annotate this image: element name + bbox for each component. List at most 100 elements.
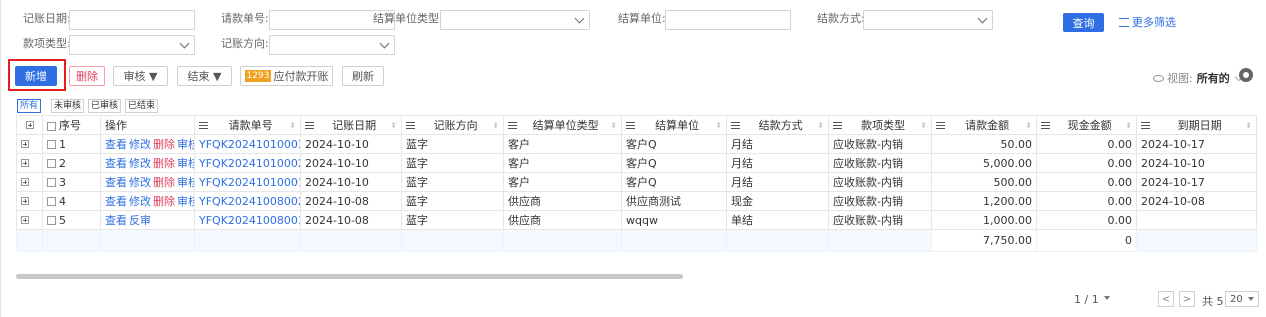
add-button[interactable]: 新增 [15, 66, 57, 86]
row-checkbox[interactable] [47, 159, 56, 168]
sort-icon[interactable]: ⬍ [610, 121, 617, 130]
delete-link[interactable]: 删除 [153, 195, 175, 208]
column-menu-icon[interactable] [1141, 121, 1150, 129]
edit-link[interactable]: 修改 [129, 138, 151, 151]
review-link[interactable]: 审核 [177, 157, 194, 170]
tab-finished[interactable]: 已结束 [125, 99, 159, 113]
expand-all-header[interactable] [16, 115, 43, 135]
column-menu-icon[interactable] [199, 121, 208, 129]
request-no-cell[interactable]: YFQK20241008001 [194, 210, 301, 230]
table-row[interactable]: 4查看修改删除审核YFQK202410080022024-10-08蓝字供应商供… [16, 191, 1257, 211]
review-link[interactable]: 审核 [177, 138, 194, 151]
sort-icon[interactable]: ⬍ [390, 121, 397, 130]
settle-unit-type-select[interactable] [440, 10, 590, 30]
finish-dropdown-button[interactable]: 结束 ▼ [177, 66, 232, 86]
column-menu-icon[interactable] [1041, 121, 1050, 129]
delete-link[interactable]: 删除 [153, 176, 175, 189]
column-menu-icon[interactable] [626, 121, 635, 129]
review-link[interactable]: 审核 [177, 195, 194, 208]
gear-icon[interactable] [1239, 68, 1253, 82]
page-size-select[interactable]: 20 [1225, 291, 1259, 307]
edit-link[interactable]: 修改 [129, 176, 151, 189]
column-menu-icon[interactable] [508, 121, 517, 129]
request-no-link[interactable]: YFQK20241008001 [199, 214, 300, 227]
query-button[interactable]: 查询 [1063, 13, 1104, 32]
sort-icon[interactable]: ⬍ [715, 121, 722, 130]
row-checkbox[interactable] [47, 140, 56, 149]
settle-unit-header[interactable]: 结算单位 ⬍ [621, 115, 727, 135]
delete-link[interactable]: 删除 [153, 138, 175, 151]
edit-link[interactable]: 修改 [129, 157, 151, 170]
next-page-button[interactable]: > [1179, 291, 1195, 307]
row-checkbox[interactable] [47, 197, 56, 206]
table-row[interactable]: 5 查看 反审 YFQK20241008001 2024-10-08 蓝字 供应商 wqqw 单… [16, 210, 1257, 230]
open-account-button[interactable]: 1293 应付款开账 [240, 66, 333, 86]
table-row[interactable]: 1 查看修改删除审核 YFQK202410100032024-10-10蓝字客户客户… [16, 134, 1257, 154]
table-row[interactable]: 2查看修改删除审核YFQK202410100022024-10-10蓝字客户客户… [16, 153, 1257, 173]
select-all-checkbox[interactable] [47, 121, 56, 131]
row-expand-cell[interactable] [16, 134, 43, 154]
column-menu-icon[interactable] [936, 121, 945, 129]
edit-link[interactable]: 修改 [129, 195, 151, 208]
prev-page-button[interactable]: < [1158, 291, 1174, 307]
request-no-cell[interactable]: YFQK20241010002 [194, 153, 301, 173]
more-filters-link[interactable]: 更多筛选 [1119, 14, 1176, 30]
row-expand-cell[interactable] [16, 191, 43, 211]
view-link[interactable]: 查看 [105, 138, 127, 151]
tab-unreviewed[interactable]: 未审核 [51, 99, 85, 113]
sort-icon[interactable]: ⬍ [289, 121, 296, 130]
sort-icon[interactable]: ⬍ [492, 121, 499, 130]
record-direction-header[interactable]: 记账方向 ⬍ [401, 115, 504, 135]
item-type-header[interactable]: 款项类型 ⬍ [828, 115, 932, 135]
sort-icon[interactable]: ⬍ [1025, 121, 1032, 130]
row-checkbox[interactable] [47, 178, 56, 187]
row-expand-cell[interactable] [16, 210, 43, 230]
sort-icon[interactable]: ⬍ [1125, 121, 1132, 130]
request-no-link[interactable]: YFQK20241010003 [199, 138, 300, 151]
review-dropdown-button[interactable]: 审核 ▼ [113, 66, 168, 86]
cash-amount-header[interactable]: 现金金额 ⬍ [1036, 115, 1137, 135]
column-menu-icon[interactable] [833, 121, 842, 129]
tab-all[interactable]: 所有 [17, 99, 42, 113]
request-amount-header[interactable]: 请款金额 ⬍ [931, 115, 1037, 135]
view-link[interactable]: 查看 [105, 195, 127, 208]
edit-link[interactable]: 反审 [129, 214, 151, 227]
settle-method-select[interactable] [863, 10, 993, 30]
column-menu-icon[interactable] [406, 121, 415, 129]
view-link[interactable]: 查看 [105, 157, 127, 170]
record-direction-select[interactable] [269, 35, 395, 55]
horizontal-scrollbar[interactable] [16, 274, 683, 279]
request-no-link[interactable]: YFQK20241008002 [199, 195, 300, 208]
record-date-input[interactable] [69, 10, 195, 30]
due-date-header[interactable]: 到期日期 ⬍ [1136, 115, 1257, 135]
sort-icon[interactable]: ⬍ [1245, 121, 1252, 130]
sort-icon[interactable]: ⬍ [817, 121, 824, 130]
delete-button[interactable]: 删除 [69, 66, 105, 86]
request-no-link[interactable]: YFQK20241010001 [199, 176, 300, 189]
view-link[interactable]: 查看 [105, 176, 127, 189]
delete-link[interactable]: 删除 [153, 157, 175, 170]
review-link[interactable]: 审核 [177, 176, 194, 189]
column-menu-icon[interactable] [305, 121, 314, 129]
view-link[interactable]: 查看 [105, 214, 127, 227]
request-no-cell[interactable]: YFQK20241010001 [194, 172, 301, 192]
sort-icon[interactable]: ⬍ [920, 121, 927, 130]
item-type-select[interactable] [69, 35, 195, 55]
record-date-header[interactable]: 记账日期 ⬍ [300, 115, 402, 135]
settle-unit-type-header[interactable]: 结算单位类型 ⬍ [503, 115, 622, 135]
settle-method-header[interactable]: 结款方式 ⬍ [726, 115, 829, 135]
row-expand-cell[interactable] [16, 153, 43, 173]
request-no-cell[interactable]: YFQK20241008002 [194, 191, 301, 211]
page-dropdown-icon[interactable] [1104, 296, 1110, 300]
tab-reviewed[interactable]: 已审核 [88, 99, 122, 113]
table-row[interactable]: 3 查看修改删除审核 YFQK202410100012024-10-10蓝字客户客户… [16, 172, 1257, 192]
request-no-cell[interactable]: YFQK20241010003 [194, 134, 301, 154]
row-checkbox[interactable] [47, 216, 56, 225]
request-no-link[interactable]: YFQK20241010002 [199, 157, 300, 170]
column-menu-icon[interactable] [731, 121, 740, 129]
row-expand-cell[interactable] [16, 172, 43, 192]
view-selector[interactable]: 视图: 所有的 [1153, 70, 1243, 86]
settle-unit-input[interactable] [665, 10, 791, 30]
refresh-button[interactable]: 刷新 [342, 66, 384, 86]
request-no-header[interactable]: 请款单号 ⬍ [194, 115, 301, 135]
